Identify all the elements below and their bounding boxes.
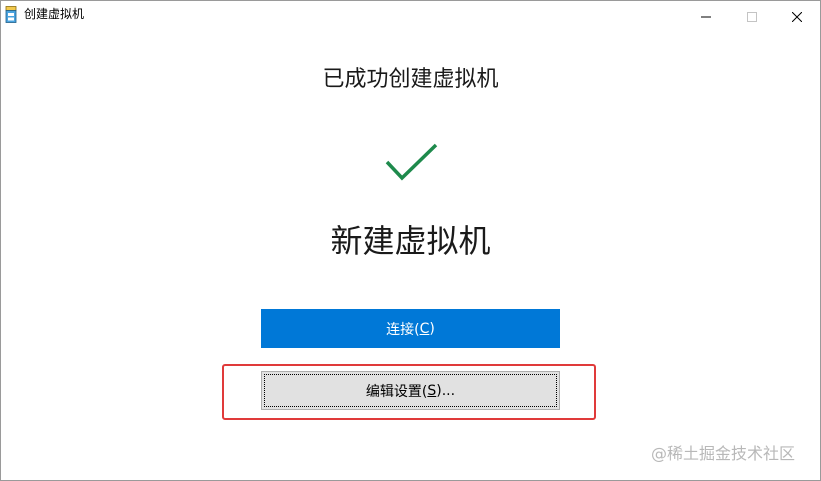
success-heading: 已成功创建虚拟机 bbox=[322, 67, 499, 92]
close-button[interactable] bbox=[774, 1, 820, 31]
connect-button-label-prefix: 连接( bbox=[386, 321, 420, 338]
maximize-icon bbox=[747, 7, 757, 26]
create-vm-window: 创建虚拟机 已成功创建虚拟机 新建虚拟机 连接(C) 编辑设置(S)...… bbox=[0, 0, 821, 481]
close-icon bbox=[791, 7, 803, 26]
connect-button-accelerator: C bbox=[419, 320, 430, 337]
edit-settings-label-suffix: )... bbox=[436, 382, 456, 399]
checkmark-icon bbox=[384, 142, 438, 182]
connect-button-label-suffix: ) bbox=[429, 320, 435, 337]
title-bar[interactable]: 创建虚拟机 bbox=[1, 1, 820, 31]
minimize-button[interactable] bbox=[683, 1, 729, 31]
connect-button[interactable]: 连接(C) bbox=[261, 309, 560, 348]
edit-settings-label-prefix: 编辑设置( bbox=[365, 383, 428, 400]
edit-settings-button[interactable]: 编辑设置(S)... bbox=[261, 371, 560, 410]
vm-name-title: 新建虚拟机 bbox=[330, 222, 491, 260]
watermark-text: @稀土掘金技术社区 bbox=[651, 444, 796, 463]
minimize-icon bbox=[701, 7, 711, 26]
edit-settings-accelerator: S bbox=[427, 382, 437, 399]
app-icon bbox=[5, 6, 17, 23]
maximize-button[interactable] bbox=[729, 1, 775, 31]
window-title: 创建虚拟机 bbox=[24, 7, 85, 21]
